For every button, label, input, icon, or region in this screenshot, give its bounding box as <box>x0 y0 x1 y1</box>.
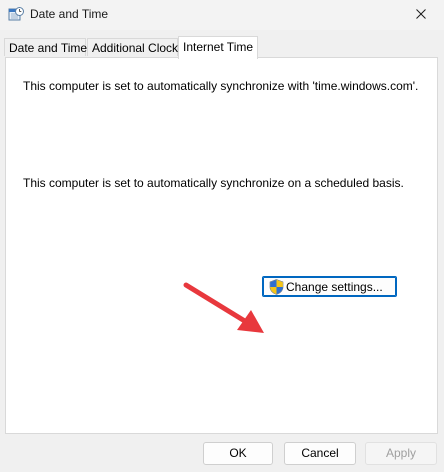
tab-additional-clocks[interactable]: Additional Clocks <box>87 38 184 56</box>
internet-time-panel: This computer is set to automatically sy… <box>5 57 438 434</box>
red-arrow-icon <box>183 282 264 333</box>
tab-internet-time[interactable]: Internet Time <box>178 36 258 59</box>
sync-server-text: This computer is set to automatically sy… <box>23 79 419 93</box>
window-title: Date and Time <box>30 7 109 21</box>
uac-shield-icon <box>269 279 284 295</box>
tab-date-and-time[interactable]: Date and Time <box>4 38 87 56</box>
clock-calendar-icon <box>8 6 24 22</box>
change-settings-button[interactable]: Change settings... <box>262 276 397 297</box>
close-icon <box>416 8 426 22</box>
close-button[interactable] <box>398 0 444 30</box>
cancel-button[interactable]: Cancel <box>284 442 356 465</box>
date-and-time-dialog: Date and Time Date and Time Additional C… <box>0 0 444 472</box>
apply-button[interactable]: Apply <box>365 442 437 465</box>
ok-button[interactable]: OK <box>203 442 273 465</box>
title-bar: Date and Time <box>0 0 444 30</box>
change-settings-label: Change settings... <box>286 279 383 294</box>
sync-schedule-text: This computer is set to automatically sy… <box>23 176 404 190</box>
